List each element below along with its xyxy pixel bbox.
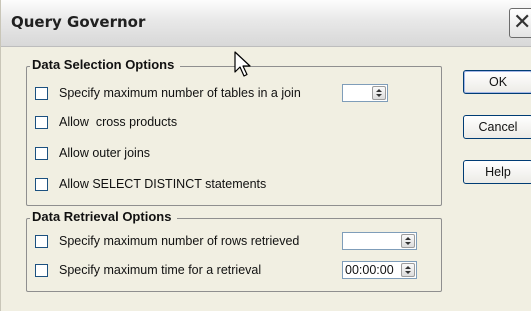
option-max-time[interactable]: Specify maximum time for a retrieval [35, 263, 261, 277]
select-distinct-label: Allow SELECT DISTINCT statements [59, 177, 267, 191]
query-governor-dialog: Query Governor ✕ Data Selection Options … [0, 0, 531, 311]
max-time-value: 00:00:00 [345, 263, 394, 277]
max-rows-checkbox[interactable] [35, 234, 48, 248]
option-select-distinct[interactable]: Allow SELECT DISTINCT statements [35, 177, 266, 191]
cross-products-label: Allow cross products [59, 115, 178, 129]
outer-joins-label: Allow outer joins [59, 146, 151, 160]
window-title: Query Governor [11, 13, 146, 31]
max-time-stepper[interactable]: 00:00:00 [342, 261, 417, 279]
option-max-rows[interactable]: Specify maximum number of rows retrieved [35, 234, 299, 248]
max-rows-stepper[interactable] [342, 232, 417, 250]
data-retrieval-legend: Data Retrieval Options [30, 209, 178, 224]
help-button[interactable]: Help [463, 160, 531, 184]
max-tables-stepper[interactable] [342, 84, 388, 102]
max-tables-checkbox[interactable] [35, 86, 48, 100]
spin-arrows-icon[interactable] [401, 263, 415, 277]
spin-arrows-icon[interactable] [401, 234, 415, 248]
close-button[interactable]: ✕ [509, 8, 531, 38]
max-rows-label: Specify maximum number of rows retrieved [59, 234, 300, 248]
outer-joins-checkbox[interactable] [35, 146, 48, 160]
spin-arrows-icon[interactable] [372, 86, 386, 100]
cancel-button[interactable]: Cancel [463, 115, 531, 139]
option-max-tables[interactable]: Specify maximum number of tables in a jo… [35, 86, 301, 100]
ok-button[interactable]: OK [463, 70, 531, 94]
option-cross-products[interactable]: Allow cross products [35, 115, 177, 129]
select-distinct-checkbox[interactable] [35, 177, 48, 191]
data-selection-legend: Data Selection Options [30, 57, 181, 72]
cross-products-checkbox[interactable] [35, 115, 48, 129]
arrow-pointer-icon [234, 51, 251, 77]
option-outer-joins[interactable]: Allow outer joins [35, 146, 150, 160]
title-bar: Query Governor ✕ [1, 0, 531, 47]
close-icon: ✕ [513, 10, 531, 35]
max-time-label: Specify maximum time for a retrieval [59, 263, 262, 277]
max-tables-label: Specify maximum number of tables in a jo… [59, 86, 301, 100]
data-retrieval-group [26, 218, 442, 292]
max-time-checkbox[interactable] [35, 263, 48, 277]
